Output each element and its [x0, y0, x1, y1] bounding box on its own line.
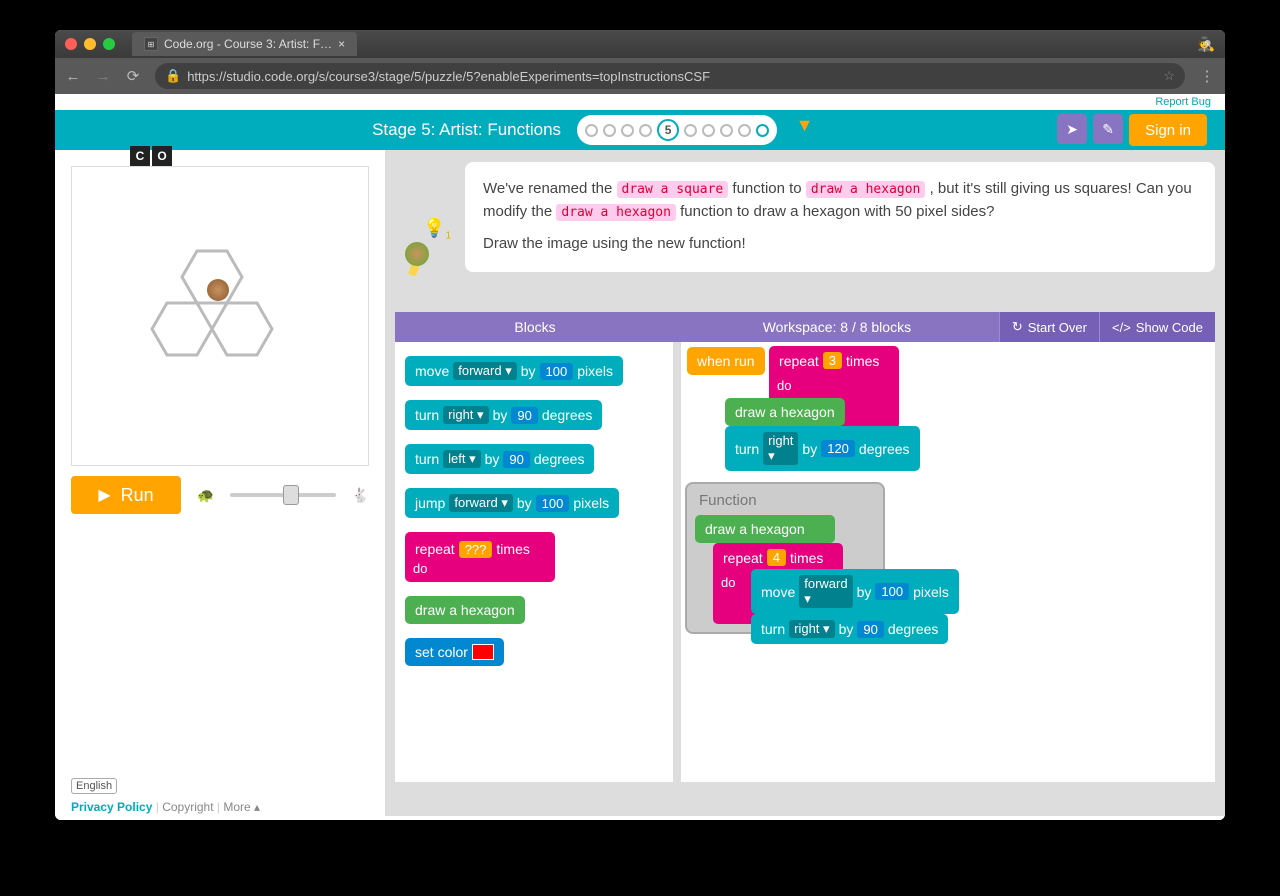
more-label: MORE: [791, 136, 818, 146]
block-move-fn[interactable]: moveforward ▾by100pixels: [751, 569, 959, 614]
block-turn-ws[interactable]: turnright ▾by120degrees: [725, 426, 920, 471]
footer: English Privacy Policy | Copyright | Mor…: [71, 778, 260, 814]
block-jump[interactable]: jumpforward ▾by100pixels: [405, 488, 619, 518]
report-bug-link[interactable]: Report Bug: [1155, 96, 1211, 108]
sign-in-button[interactable]: Sign in: [1129, 114, 1207, 146]
bubble[interactable]: [585, 124, 598, 137]
bubble[interactable]: [756, 124, 769, 137]
run-button[interactable]: Run: [71, 476, 181, 514]
function-definition-box[interactable]: Function draw a hexagon repeat4times do …: [685, 482, 885, 634]
block-turn-right[interactable]: turnright ▾by90degrees: [405, 400, 602, 430]
header-bar: Stage 5: Artist: Functions 5 ▼MORE ➤ ✎ S…: [55, 110, 1225, 150]
speed-slider[interactable]: [230, 485, 335, 505]
drawing-canvas: [71, 166, 369, 466]
titlebar: ⊞ Code.org - Course 3: Artist: F… × 🕵: [55, 30, 1225, 58]
block-repeat[interactable]: repeat???times do: [405, 532, 555, 582]
bubble[interactable]: [702, 124, 715, 137]
block-fn-name[interactable]: draw a hexagon: [695, 515, 835, 543]
copyright-link[interactable]: Copyright: [162, 800, 213, 814]
progress-bubbles[interactable]: 5: [577, 115, 777, 145]
menu-icon[interactable]: ⋮: [1199, 67, 1215, 85]
function-label: Function: [695, 492, 875, 509]
tab-title: Code.org - Course 3: Artist: F…: [164, 37, 332, 51]
url-input[interactable]: 🔒 https://studio.code.org/s/course3/stag…: [155, 63, 1185, 89]
favicon-icon: ⊞: [144, 37, 158, 51]
bubble[interactable]: [684, 124, 697, 137]
rabbit-icon: 🐇: [352, 487, 369, 504]
footer-more[interactable]: More ▴: [223, 800, 260, 814]
incognito-icon: 🕵: [1198, 36, 1215, 53]
function-name: draw a hexagon: [556, 204, 676, 221]
blocks-header: Blocks: [395, 319, 675, 335]
left-panel: Run 🐢 🐇 English Privacy Policy | Copyrig…: [55, 150, 385, 816]
url-text: https://studio.code.org/s/course3/stage/…: [187, 69, 710, 84]
block-set-color[interactable]: set color: [405, 638, 504, 666]
block-when-run[interactable]: when run: [687, 347, 765, 375]
bubble[interactable]: [720, 124, 733, 137]
turtle-icon: 🐢: [197, 487, 214, 504]
function-name: draw a square: [617, 181, 729, 198]
artist-sprite: [207, 279, 229, 301]
function-name: draw a hexagon: [806, 181, 926, 198]
workspace-header: Blocks Workspace: 8 / 8 blocks ↻ Start O…: [395, 312, 1215, 342]
more-arrow[interactable]: ▼MORE: [791, 115, 818, 146]
browser-tab[interactable]: ⊞ Code.org - Course 3: Artist: F… ×: [132, 32, 357, 56]
minimize-window-icon[interactable]: [84, 38, 96, 50]
stage-title: Stage 5: Artist: Functions: [372, 120, 561, 140]
bubble[interactable]: [603, 124, 616, 137]
bubble[interactable]: [639, 124, 652, 137]
block-draw-hexagon[interactable]: draw a hexagon: [405, 596, 525, 624]
right-panel: More 💡1 We've renamed the draw a square …: [385, 150, 1225, 816]
language-select[interactable]: English: [71, 778, 117, 794]
artist-avatar: 💡1: [395, 222, 455, 302]
browser-window: ⊞ Code.org - Course 3: Artist: F… × 🕵 ← …: [55, 30, 1225, 820]
bubble[interactable]: [738, 124, 751, 137]
pencil-icon[interactable]: ✎: [1093, 114, 1123, 144]
hint-bulb-icon[interactable]: 💡1: [423, 218, 451, 242]
block-draw-hexagon-ws[interactable]: draw a hexagon: [725, 398, 845, 426]
maximize-window-icon[interactable]: [103, 38, 115, 50]
start-over-button[interactable]: ↻ Start Over: [999, 312, 1099, 342]
hexagon-preview: [145, 241, 295, 391]
back-icon[interactable]: ←: [65, 68, 81, 85]
privacy-link[interactable]: Privacy Policy: [71, 800, 152, 814]
instructions-box: We've renamed the draw a square function…: [465, 162, 1215, 272]
lock-icon: 🔒: [165, 68, 181, 84]
block-turn-left[interactable]: turnleft ▾by90degrees: [405, 444, 594, 474]
block-palette: moveforward ▾by100pixels turnright ▾by90…: [395, 342, 681, 782]
close-window-icon[interactable]: [65, 38, 77, 50]
page-content: Report Bug Stage 5: Artist: Functions 5 …: [55, 94, 1225, 820]
bubble-current[interactable]: 5: [657, 119, 679, 141]
block-move[interactable]: moveforward ▾by100pixels: [405, 356, 623, 386]
reload-icon[interactable]: ⟳: [125, 67, 141, 85]
workspace-counter: Workspace: 8 / 8 blocks: [675, 319, 999, 335]
close-tab-icon[interactable]: ×: [338, 37, 345, 51]
block-turn-fn[interactable]: turnright ▾by90degrees: [751, 614, 948, 644]
url-bar: ← → ⟳ 🔒 https://studio.code.org/s/course…: [55, 58, 1225, 94]
workspace-area[interactable]: when run repeat3times do draw a hexagon …: [681, 342, 1215, 782]
bubble[interactable]: [621, 124, 634, 137]
show-code-button[interactable]: </> Show Code: [1099, 312, 1215, 342]
rocket-icon[interactable]: ➤: [1057, 114, 1087, 144]
bookmark-star-icon[interactable]: ☆: [1163, 68, 1175, 84]
forward-icon[interactable]: →: [95, 68, 111, 85]
